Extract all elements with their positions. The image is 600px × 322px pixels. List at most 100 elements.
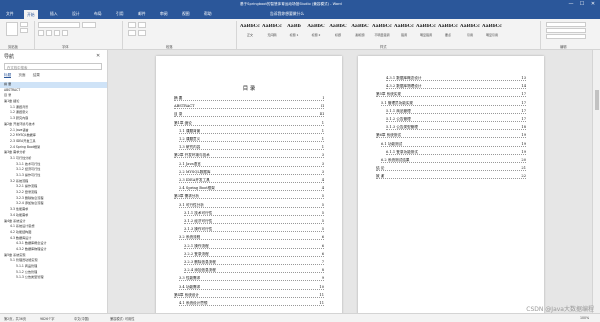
toc-line[interactable]: 3.2 系统流程 6 [179, 235, 324, 241]
vertical-scrollbar[interactable] [592, 50, 600, 313]
maximize-button[interactable]: ☐ [577, 1, 587, 8]
tab-mailings[interactable]: 邮件 [138, 11, 146, 17]
toc-line[interactable]: 5.1.3 公告类型管理 18 [386, 125, 526, 131]
style-subtle-emphasis[interactable]: AaBbCcD 不明显强调 [372, 22, 392, 40]
scroll-thumb[interactable] [595, 90, 599, 110]
align-left-button[interactable] [128, 30, 136, 36]
align-center-button[interactable] [138, 30, 146, 36]
style-heading-1[interactable]: AaBb 标题 1 [284, 22, 304, 40]
toc-line[interactable]: 第1章 绪论 1 [174, 120, 324, 126]
toc-line[interactable]: 6.2 系统测试结果 20 [381, 158, 526, 163]
style-no-spacing[interactable]: AaBbCcI 无间隔 [262, 22, 282, 40]
toc-line[interactable]: 结 论 21 [376, 166, 526, 172]
status-language[interactable]: 中文(中国) [74, 316, 89, 321]
toc-line[interactable]: ABSTRACT II [174, 104, 324, 110]
tab-insert[interactable]: 插入 [50, 11, 58, 17]
copy-button[interactable] [20, 28, 28, 33]
toc-line[interactable]: 6.1 功能测试 19 [381, 141, 526, 147]
toc-line[interactable]: 3.1 可行性分析 5 [179, 202, 324, 208]
toc-line[interactable]: 第6章 系统测试 19 [376, 133, 526, 139]
zoom-level[interactable]: 100% [580, 316, 589, 320]
status-words[interactable]: 9826个字 [40, 316, 55, 321]
toc-line[interactable]: 3.2.4 添加信息流程 8 [184, 268, 324, 274]
style-normal[interactable]: AaBbCcI 正文 [240, 22, 260, 40]
nav-tab-results[interactable]: 结果 [33, 73, 40, 77]
style-emphasis[interactable]: AaBbCcD 强调 [394, 22, 414, 40]
tab-layout[interactable]: 布局 [94, 11, 102, 17]
tab-home[interactable]: 开始 [24, 10, 38, 19]
toc-line[interactable]: 第2章 开发环境与技术 3 [174, 153, 324, 159]
toc-line[interactable]: 第5章 系统实现 17 [376, 92, 526, 98]
toc-line[interactable]: 2.4 Spring Boot框架 4 [179, 186, 324, 192]
style-intense-quote[interactable]: AaBbCcI 明显引用 [482, 22, 502, 40]
toc-line[interactable]: 3.3 性能需求 9 [179, 276, 324, 282]
font-size-select[interactable] [82, 22, 96, 28]
style-title[interactable]: AaBbC 标题 [328, 22, 348, 40]
nav-tab-headings[interactable]: 标题 [4, 73, 12, 78]
style-quote[interactable]: AaBbCcI 引用 [460, 22, 480, 40]
italic-button[interactable] [46, 30, 52, 36]
toc-line-text: 2.1 Java语言 [179, 161, 202, 166]
toc-line[interactable]: 1.3 研究内容 1 [179, 145, 324, 151]
toc-line[interactable]: 第3章 需求分析 5 [174, 194, 324, 200]
cut-button[interactable] [20, 22, 28, 27]
minimize-button[interactable]: — [566, 1, 576, 8]
bold-button[interactable] [38, 30, 44, 36]
style-heading-2[interactable]: AaBbC 标题 2 [306, 22, 326, 40]
bullets-button[interactable] [128, 22, 136, 28]
toc-line-text: 5.1.3 公告类型管理 [386, 125, 419, 130]
toc-line-text: 5.1 管理员功能实现 [381, 100, 415, 105]
toc-line[interactable]: 3.2.3 删除信息流程 7 [184, 260, 324, 265]
find-button[interactable] [546, 22, 586, 27]
toc-line[interactable]: 1.2 课题意义 1 [179, 137, 324, 142]
close-button[interactable]: ✕ [588, 1, 598, 8]
toc-line[interactable]: 2.1 Java语言 3 [179, 161, 324, 167]
toc-line[interactable]: 3.1.3 操作可行性 5 [184, 227, 324, 233]
toc-line[interactable]: 3.1.2 经济可行性 5 [184, 219, 324, 224]
toc-line[interactable]: 5.1 管理员功能实现 17 [381, 100, 526, 106]
style-strong[interactable]: AaBbCcI 要点 [438, 22, 458, 40]
close-pane-icon[interactable]: ✕ [96, 53, 100, 59]
tab-review[interactable]: 审阅 [160, 11, 168, 17]
nav-heading-item[interactable]: 5.1.3 公告类型管理 [0, 275, 107, 281]
toc-line[interactable]: 5.1.2 公告管理 17 [386, 117, 526, 122]
numbering-button[interactable] [138, 22, 146, 28]
toc-line-text: 5.1.2 公告管理 [386, 117, 412, 121]
toc-line[interactable]: 6.1.1 登录功能测试 19 [386, 149, 526, 155]
status-page[interactable]: 第2页，共36页 [4, 316, 26, 321]
toc-line[interactable]: 2.2 MYSQL数据库 3 [179, 169, 324, 175]
select-button[interactable] [546, 34, 586, 39]
style-subtitle[interactable]: AaBbC 副标题 [350, 22, 370, 40]
font-color-button[interactable] [62, 30, 68, 36]
tab-help[interactable]: 帮助 [204, 11, 212, 17]
tell-me-search[interactable]: 告诉我你想要做什么 [270, 11, 304, 17]
toc-line[interactable]: 目 录 III [174, 112, 324, 118]
toc-line[interactable]: 4.1 系统设计思想 11 [179, 301, 324, 306]
toc-line[interactable]: 4.3.1 数据库概念设计 13 [386, 76, 526, 81]
navigation-search-input[interactable]: 在文档中搜索 [4, 63, 102, 70]
toc-line[interactable]: 摘 要I [174, 96, 324, 101]
toc-line[interactable]: 第4章 系统设计 11 [174, 292, 324, 298]
toc-line[interactable]: 3.2.2 登录流程 6 [184, 251, 324, 257]
toc-line[interactable]: 2.3 IDEA开发工具 4 [179, 178, 324, 183]
toc-line[interactable]: 3.2.1 操作流程 6 [184, 243, 324, 249]
tab-references[interactable]: 引用 [116, 11, 124, 17]
replace-button[interactable] [546, 28, 586, 33]
toc-page-number: 6 [320, 251, 324, 256]
tab-design[interactable]: 设计 [72, 11, 80, 17]
underline-button[interactable] [54, 30, 60, 36]
toc-line[interactable]: 3.1.1 技术可行性 5 [184, 210, 324, 216]
paste-button[interactable] [6, 22, 18, 36]
toc-line[interactable]: 4.3.2 数据库物理设计 14 [386, 84, 526, 90]
font-name-select[interactable] [38, 22, 80, 28]
tab-file[interactable]: 文件 [6, 11, 14, 17]
tab-view[interactable]: 视图 [182, 11, 190, 17]
toc-line[interactable]: 致 谢 22 [376, 174, 526, 180]
toc-page-number: 19 [520, 149, 526, 154]
toc-line[interactable]: 1.1 课题背景 1 [179, 128, 324, 134]
toc-line[interactable]: 3.4 功能需求 10 [179, 284, 324, 290]
toc-line[interactable]: 5.1.1 商品管理 17 [386, 108, 526, 114]
style-intense-emphasis[interactable]: AaBbCcD 明显强调 [416, 22, 436, 40]
nav-tab-pages[interactable]: 页面 [18, 73, 25, 77]
page-right: 4.3.1 数据库概念设计 13 4.3.2 数据库物理设计 14 第5章 系统实现 17… [358, 56, 544, 318]
